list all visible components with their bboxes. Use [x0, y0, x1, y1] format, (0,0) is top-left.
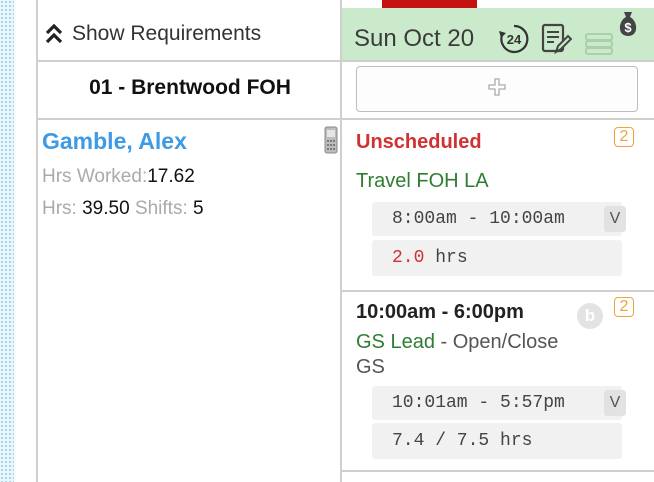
add-shift-button[interactable] [356, 66, 638, 112]
break-badge[interactable]: b [577, 303, 603, 329]
shift-position: GS Lead [356, 331, 435, 353]
shifts-value: 5 [193, 198, 204, 219]
shift-hours-box: 2.0 hrs [372, 240, 622, 276]
shift-position[interactable]: Travel FOH LA [356, 170, 489, 193]
column-divider-left [36, 0, 38, 482]
day-title: Sun Oct 20 [354, 25, 475, 52]
hours-shifts-stat: Hrs: 39.50 Shifts: 5 [42, 198, 204, 220]
shift-position-line[interactable]: GS Lead - Open/Close [356, 331, 558, 354]
shift-time[interactable]: 10:00am - 6:00pm [356, 301, 524, 324]
double-chevron-up-icon [44, 23, 64, 45]
hours-label: Hrs: [42, 198, 77, 219]
punch-time-box[interactable]: 8:00am - 10:00am V [372, 202, 626, 236]
hours-value: 39.50 [82, 198, 130, 219]
shift-bottom-divider [342, 470, 654, 472]
verified-tag[interactable]: V [604, 390, 626, 416]
hours-worked-value: 17.62 [147, 166, 195, 187]
left-edge-pattern [0, 0, 14, 482]
shift-hours-value: 2.0 [392, 248, 425, 268]
shift-hours: 7.4 / 7.5 hrs [392, 431, 533, 451]
verified-tag[interactable]: V [604, 206, 626, 232]
shift-location: - Open/Close [434, 331, 559, 353]
hours-worked-label: Hrs Worked: [42, 166, 148, 187]
cycle-24-icon[interactable]: 24 [498, 23, 530, 60]
location-divider [36, 118, 654, 120]
punch-time-box[interactable]: 10:01am - 5:57pm V [372, 386, 626, 420]
day-top-indicator [382, 0, 477, 8]
shift-status-unscheduled[interactable]: Unscheduled [356, 131, 482, 154]
layers-stack-icon[interactable] [584, 32, 614, 61]
svg-text:$: $ [624, 20, 632, 35]
day-header: Sun Oct 20 24 $ [342, 0, 654, 61]
show-requirements-toggle[interactable]: Show Requirements [44, 22, 261, 46]
plus-icon [487, 77, 507, 102]
shift-location-continued: GS [356, 356, 385, 378]
column-divider-day [340, 0, 342, 482]
money-bag-icon[interactable]: $ [616, 10, 640, 43]
edit-note-icon[interactable] [540, 22, 573, 61]
shifts-label: Shifts: [134, 198, 188, 219]
punch-time: 8:00am - 10:00am [392, 209, 565, 229]
location-name: 01 - Brentwood FOH [89, 76, 291, 99]
show-requirements-label: Show Requirements [72, 22, 262, 45]
hours-worked-stat: Hrs Worked:17.62 [42, 166, 195, 188]
employee-name[interactable]: Gamble, Alex [42, 128, 187, 155]
shift-hours-unit: hrs [435, 248, 468, 268]
cycle-24-label: 24 [507, 32, 522, 47]
phone-icon [324, 126, 338, 159]
shift-hours-box: 7.4 / 7.5 hrs [372, 423, 622, 459]
shift-count-badge[interactable]: 2 [614, 127, 634, 147]
shift-divider [342, 290, 654, 292]
shift-count-badge[interactable]: 2 [614, 297, 634, 317]
punch-time: 10:01am - 5:57pm [392, 393, 565, 413]
